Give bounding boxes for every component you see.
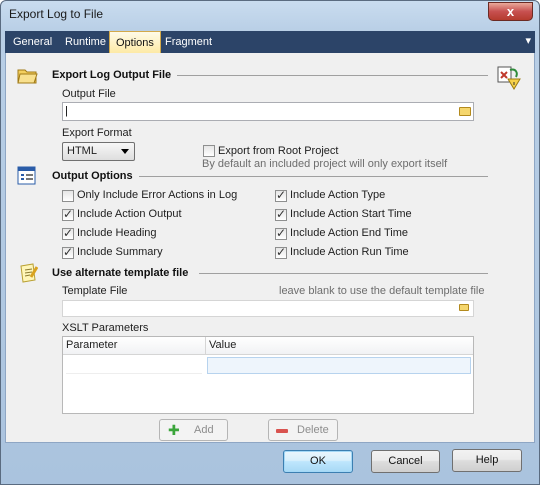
text-caret: |	[65, 105, 68, 117]
output-file-input[interactable]	[62, 102, 474, 121]
include-action-type-checkbox[interactable]	[275, 188, 287, 202]
minus-icon	[276, 429, 288, 433]
list-options-icon	[17, 166, 36, 185]
add-button-label: Add	[194, 424, 214, 436]
delete-button[interactable]: Delete	[268, 419, 338, 441]
tab-fragment[interactable]: Fragment	[159, 31, 218, 53]
new-row-value-cell[interactable]	[207, 357, 471, 374]
output-file-label: Output File	[62, 88, 116, 100]
tab-menu-icon[interactable]: ▾	[525, 34, 531, 47]
column-parameter[interactable]: Parameter	[66, 339, 117, 351]
xslt-parameters-grid[interactable]: Parameter Value	[62, 336, 474, 414]
template-file-input[interactable]	[62, 300, 474, 317]
include-action-type-label[interactable]: Include Action Type	[290, 189, 385, 201]
ok-button[interactable]: OK	[283, 450, 353, 473]
export-format-select[interactable]: HTML	[62, 142, 135, 161]
only-errors-label[interactable]: Only Include Error Actions in Log	[77, 189, 237, 201]
export-document-icon	[497, 66, 521, 90]
export-format-label: Export Format	[62, 127, 132, 139]
add-button[interactable]: ✚ Add	[159, 419, 228, 441]
export-format-value: HTML	[67, 145, 97, 157]
column-divider	[205, 337, 206, 355]
column-value[interactable]: Value	[209, 339, 236, 351]
include-action-run-time-checkbox[interactable]	[275, 245, 287, 259]
browse-template-icon[interactable]	[458, 302, 472, 314]
export-section-title: Export Log Output File	[52, 69, 172, 81]
export-root-label[interactable]: Export from Root Project	[218, 145, 338, 157]
chevron-down-icon	[121, 149, 129, 154]
new-row-parameter-cell[interactable]	[66, 357, 202, 374]
include-action-output-label[interactable]: Include Action Output	[77, 208, 182, 220]
include-action-output-checkbox[interactable]	[62, 207, 74, 221]
include-heading-label[interactable]: Include Heading	[77, 227, 157, 239]
tab-general[interactable]: General	[7, 31, 58, 53]
include-summary-checkbox[interactable]	[62, 245, 74, 259]
include-heading-checkbox[interactable]	[62, 226, 74, 240]
include-action-start-time-label[interactable]: Include Action Start Time	[290, 208, 412, 220]
tab-options[interactable]: Options	[109, 31, 161, 53]
window-title: Export Log to File	[9, 7, 104, 21]
tab-strip: General Runtime Options Fragment ▾	[5, 31, 535, 53]
tab-runtime[interactable]: Runtime	[59, 31, 112, 53]
divider	[177, 75, 488, 76]
xslt-parameters-label: XSLT Parameters	[62, 322, 149, 334]
delete-button-label: Delete	[297, 424, 329, 436]
folder-icon	[17, 69, 38, 84]
include-action-run-time-label[interactable]: Include Action Run Time	[290, 246, 409, 258]
help-button[interactable]: Help	[452, 449, 522, 472]
template-section-title: Use alternate template file	[52, 267, 189, 279]
divider	[199, 273, 488, 274]
cancel-button[interactable]: Cancel	[371, 450, 440, 473]
include-action-end-time-label[interactable]: Include Action End Time	[290, 227, 408, 239]
include-summary-label[interactable]: Include Summary	[77, 246, 163, 258]
output-options-title: Output Options	[52, 170, 133, 182]
plus-icon: ✚	[168, 422, 180, 438]
close-button[interactable]: x	[488, 2, 533, 21]
include-action-end-time-checkbox[interactable]	[275, 226, 287, 240]
template-note-icon	[20, 263, 38, 283]
export-root-checkbox[interactable]	[203, 145, 215, 157]
export-root-hint: By default an included project will only…	[202, 158, 448, 170]
template-file-hint: leave blank to use the default template …	[279, 285, 485, 297]
title-bar[interactable]: Export Log to File x	[1, 1, 539, 29]
grid-header: Parameter Value	[63, 337, 473, 355]
include-action-start-time-checkbox[interactable]	[275, 207, 287, 221]
divider	[139, 176, 488, 177]
only-errors-checkbox[interactable]	[62, 190, 74, 202]
template-file-label: Template File	[62, 285, 128, 297]
export-log-dialog: Export Log to File x General Runtime Opt…	[0, 0, 540, 485]
browse-folder-icon[interactable]	[458, 105, 472, 117]
